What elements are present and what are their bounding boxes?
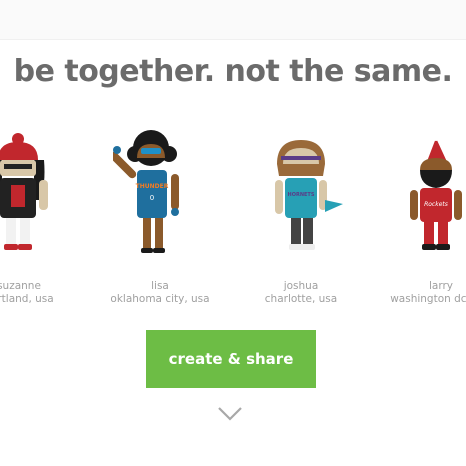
character-name: lisa [151, 280, 169, 292]
character-name: larry [428, 280, 453, 292]
svg-text:THUNDER: THUNDER [136, 183, 169, 190]
svg-text:Rockets: Rockets [424, 201, 448, 208]
character-location: washington dc, usa [390, 293, 466, 305]
character-location: charlotte, usa [264, 293, 338, 305]
character-caption-lisa: lisa oklahoma city, usa [95, 280, 225, 306]
character-suzanne[interactable] [0, 130, 68, 260]
android-character-icon: Rockets [410, 135, 462, 250]
character-joshua[interactable]: HORNETS [263, 130, 353, 260]
character-name: joshua [283, 280, 319, 292]
svg-text:0: 0 [150, 194, 154, 202]
character-lisa[interactable]: THUNDER 0 [113, 130, 203, 260]
chevron-down-icon[interactable] [217, 405, 243, 423]
android-character-icon [0, 133, 48, 250]
character-caption-larry: larry washington dc, usa [376, 280, 466, 306]
svg-text:HORNETS: HORNETS [288, 192, 315, 198]
character-carousel[interactable]: THUNDER 0 HORNETS Rockets suzanne tland,… [0, 130, 466, 310]
android-character-icon: THUNDER 0 [113, 130, 179, 253]
character-caption-joshua: joshua charlotte, usa [236, 280, 366, 306]
page-headline: be together. not the same. [13, 54, 453, 89]
top-bar [0, 0, 466, 40]
character-larry[interactable]: Rockets [402, 130, 466, 260]
android-character-icon: HORNETS [275, 140, 343, 250]
character-caption-suzanne: suzanne portland, usa [0, 280, 84, 306]
character-name: suzanne [0, 280, 41, 292]
character-location: oklahoma city, usa [110, 293, 210, 305]
create-share-button[interactable]: create & share [146, 330, 316, 388]
character-location: portland, usa [0, 293, 54, 305]
